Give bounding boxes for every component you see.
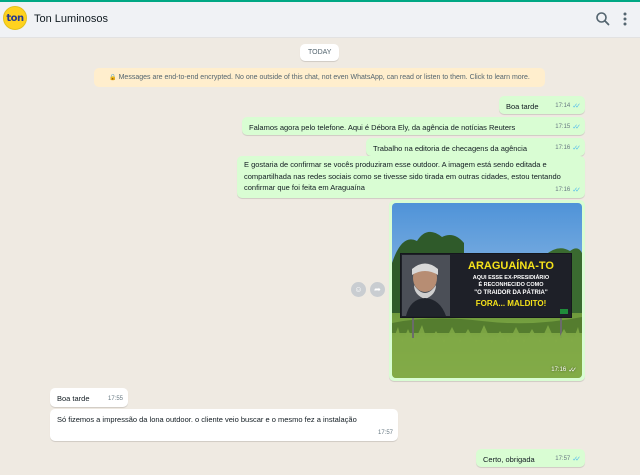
read-ticks-icon: ✓✓	[568, 366, 577, 374]
date-chip: TODAY	[300, 44, 340, 61]
message-bubble-outgoing[interactable]: E gostaria de confirmar se vocês produzi…	[237, 156, 585, 198]
message-bubble-outgoing[interactable]: Trabalho na editoria de checagens da agê…	[366, 138, 585, 156]
message-meta: 17:16 ✓✓	[555, 185, 581, 197]
forward-icon[interactable]: ➦	[370, 282, 385, 297]
message-meta: 17:16 ✓✓	[555, 143, 581, 155]
emoji-reaction-icon[interactable]: ☺	[351, 282, 366, 297]
message-meta: 17:15 ✓✓	[555, 122, 581, 134]
read-ticks-icon: ✓✓	[572, 102, 581, 110]
billboard-line-5: FORA... MALDITO!	[476, 299, 547, 308]
encryption-notice-text: Messages are end-to-end encrypted. No on…	[118, 74, 530, 81]
message-text: Trabalho na editoria de checagens da agê…	[373, 144, 527, 153]
read-ticks-icon: ✓✓	[572, 144, 581, 152]
message-bubble-incoming[interactable]: Boa tarde 17:55	[50, 388, 128, 407]
chat-panel[interactable]: TODAY 🔒 Messages are end-to-end encrypted…	[0, 39, 640, 475]
message-time: 17:16	[555, 186, 571, 193]
billboard-line-3: É RECONHECIDO COMO	[478, 280, 544, 288]
billboard-photo[interactable]: ARAGUAÍNA-TO AQUI ESSE EX-PRESIDIÁRIO É …	[392, 203, 582, 378]
message-meta: 17:14 ✓✓	[555, 101, 581, 113]
contact-name[interactable]: Ton Luminosos	[34, 13, 108, 25]
message-bubble-outgoing[interactable]: Boa tarde 17:14 ✓✓	[499, 96, 585, 114]
message-time: 17:57	[377, 429, 393, 436]
lock-icon: 🔒	[109, 75, 117, 81]
avatar[interactable]: ton	[3, 6, 27, 30]
message-meta: 17:57	[378, 428, 393, 440]
message-time: 17:16	[551, 366, 567, 373]
image-message-bubble[interactable]: ARAGUAÍNA-TO AQUI ESSE EX-PRESIDIÁRIO É …	[389, 200, 585, 381]
message-bubble-outgoing[interactable]: Certo, obrigada 17:57 ✓✓	[476, 449, 585, 467]
message-time: 17:14	[555, 102, 571, 109]
message-time: 17:55	[107, 395, 123, 402]
message-text: E gostaria de confirmar se vocês produzi…	[244, 160, 561, 192]
message-meta: 17:57 ✓✓	[555, 454, 581, 466]
message-text: Certo, obrigada	[483, 455, 535, 464]
avatar-logo-text: ton	[6, 12, 24, 24]
search-icon[interactable]	[594, 10, 612, 28]
billboard-line-1: ARAGUAÍNA-TO	[468, 259, 554, 272]
message-time: 17:57	[555, 455, 571, 462]
billboard-line-4: "O TRAIDOR DA PÁTRIA"	[474, 289, 548, 296]
message-text: Boa tarde	[506, 102, 539, 111]
message-time: 17:15	[555, 123, 571, 130]
read-ticks-icon: ✓✓	[572, 455, 581, 463]
message-meta: 17:16 ✓✓	[551, 365, 577, 377]
message-text: Boa tarde	[57, 394, 90, 403]
billboard-line-2: AQUI ESSE EX-PRESIDIÁRIO	[473, 274, 550, 281]
more-vertical-icon[interactable]	[616, 10, 634, 28]
message-text: Só fizemos a impressão da lona outdoor. …	[57, 415, 357, 424]
read-ticks-icon: ✓✓	[572, 123, 581, 131]
message-time: 17:16	[555, 144, 571, 151]
read-ticks-icon: ✓✓	[572, 186, 581, 194]
message-bubble-incoming[interactable]: Só fizemos a impressão da lona outdoor. …	[50, 409, 398, 441]
chat-header: ton Ton Luminosos	[0, 2, 640, 38]
message-meta: 17:55	[108, 394, 123, 406]
encryption-notice[interactable]: 🔒 Messages are end-to-end encrypted. No o…	[94, 68, 545, 87]
message-text: Falamos agora pelo telefone. Aqui é Débo…	[249, 123, 516, 132]
message-bubble-outgoing[interactable]: Falamos agora pelo telefone. Aqui é Débo…	[242, 117, 585, 135]
